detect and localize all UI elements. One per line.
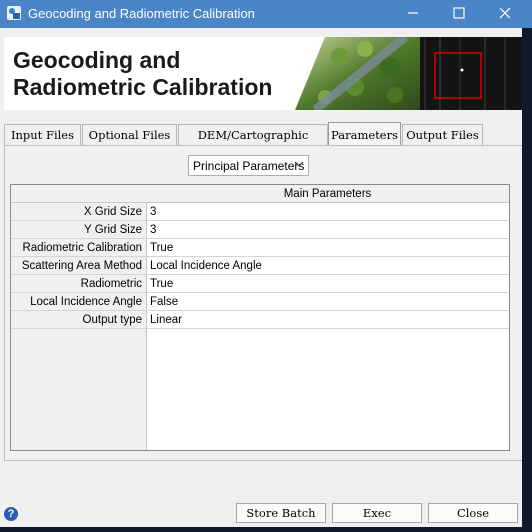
row-header-filler (11, 329, 147, 450)
desktop-background (522, 28, 532, 532)
maximize-button[interactable] (436, 0, 482, 28)
parameter-value[interactable]: 3 (150, 221, 156, 239)
close-icon (499, 7, 511, 19)
parameter-name: Output type (11, 311, 147, 328)
row-header-corner (11, 185, 147, 203)
minimize-icon (408, 12, 418, 14)
window-close-button[interactable] (482, 0, 528, 28)
tab-output-files[interactable]: Output Files (402, 124, 483, 145)
parameter-value[interactable]: True (150, 275, 173, 293)
satellite-imagery-graphic (295, 37, 522, 110)
parameter-value[interactable]: 3 (150, 203, 156, 221)
parameter-value[interactable]: Linear (150, 311, 182, 329)
exec-button[interactable]: Exec (332, 503, 422, 523)
parameter-name: X Grid Size (11, 203, 147, 220)
store-batch-button[interactable]: Store Batch (236, 503, 326, 523)
window-title: Geocoding and Radiometric Calibration (28, 6, 255, 21)
parameter-name: Radiometric Normalization (11, 275, 147, 308)
tab-dem-cartographic-system[interactable]: DEM/Cartographic System (178, 124, 328, 162)
banner-title: Geocoding and Radiometric Calibration (13, 47, 273, 100)
close-button[interactable]: Close (428, 503, 518, 523)
parameter-group-select[interactable]: Principal Parameters (188, 155, 309, 176)
desktop-background-bottom (0, 527, 532, 532)
parameters-table: Main Parameters X Grid Size 3 Y Grid Siz… (10, 184, 510, 451)
table-row[interactable]: X Grid Size 3 (11, 203, 509, 221)
parameter-name: Scattering Area Method (11, 257, 147, 274)
maximize-icon (453, 7, 465, 19)
app-icon (7, 6, 21, 20)
help-icon[interactable]: ? (4, 507, 18, 521)
parameter-name: Radiometric Calibration (11, 239, 147, 256)
tab-optional-files[interactable]: Optional Files (82, 124, 177, 145)
column-header-main-parameters: Main Parameters (146, 185, 509, 203)
tab-input-files[interactable]: Input Files (4, 124, 81, 145)
tab-parameters[interactable]: Parameters (328, 122, 401, 146)
title-bar[interactable]: Geocoding and Radiometric Calibration (0, 0, 532, 28)
table-row[interactable]: Y Grid Size 3 (11, 221, 509, 239)
table-row[interactable]: Radiometric Normalization True (11, 275, 509, 308)
parameter-value[interactable]: False (150, 293, 178, 311)
parameter-group-value: Principal Parameters (193, 159, 305, 173)
parameter-name: Y Grid Size (11, 221, 147, 238)
parameter-value[interactable]: Local Incidence Angle (150, 257, 262, 275)
minimize-button[interactable] (390, 0, 436, 28)
table-row[interactable]: Output type Linear (11, 311, 509, 329)
table-row[interactable]: Radiometric Calibration True (11, 239, 509, 257)
parameter-value[interactable]: True (150, 239, 173, 257)
table-row[interactable]: Local Incidence Angle False (11, 293, 509, 311)
parameter-name: Local Incidence Angle (11, 293, 147, 310)
table-row[interactable]: Scattering Area Method Local Incidence A… (11, 257, 509, 275)
chevron-down-icon (294, 161, 304, 167)
header-banner: Geocoding and Radiometric Calibration (4, 37, 522, 110)
